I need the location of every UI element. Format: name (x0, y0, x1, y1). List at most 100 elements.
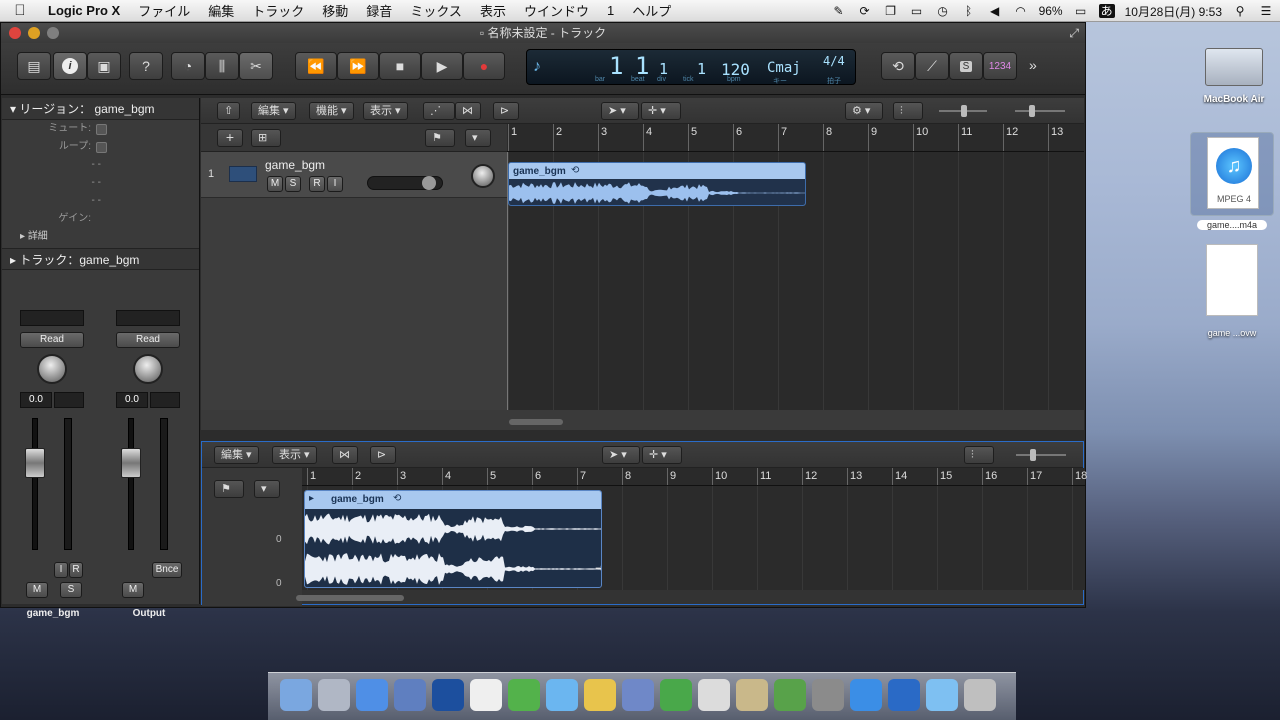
menu-window[interactable]: ウインドウ (515, 1, 598, 20)
mute-checkbox[interactable] (96, 124, 107, 135)
app-menu[interactable]: Logic Pro X (40, 3, 129, 18)
editor-catch-flag-button[interactable]: ⚑ (214, 480, 244, 498)
pointer-tool-menu[interactable]: ➤ ▾ (601, 102, 639, 120)
tracks-function-menu[interactable]: 機能 ▾ (309, 102, 354, 120)
dock-finder-icon[interactable] (280, 679, 312, 711)
tracks-horizontal-scrollbar[interactable] (507, 416, 1084, 428)
output-pan-knob[interactable] (133, 354, 163, 384)
lcd-display[interactable]: ♪ 1 1 1 1 120 Cmaj 4/4 bar beat div tick… (526, 49, 856, 85)
resize-handle-icon[interactable]: ⇥ (595, 561, 601, 575)
dock-app-icon[interactable] (508, 679, 540, 711)
track-solo-button[interactable]: S (285, 176, 301, 192)
track-pan-knob[interactable] (471, 164, 495, 188)
dock-xcode-icon[interactable] (622, 679, 654, 711)
editor-command-tool-menu[interactable]: ✛ ▾ (642, 446, 682, 464)
catch-button[interactable]: ⊳ (493, 102, 519, 120)
zoom-window-icon[interactable] (47, 27, 59, 39)
macbook-air-drive[interactable]: MacBook Air (1198, 48, 1270, 105)
menu-navigate[interactable]: 移動 (313, 1, 357, 20)
metronome-icon[interactable]: ♪ (533, 58, 541, 76)
wifi-icon[interactable]: ◠ (1013, 4, 1029, 18)
more-icon[interactable]: » (1029, 57, 1037, 73)
volume-icon[interactable]: ◀ (987, 4, 1003, 18)
record-button[interactable]: ● (463, 52, 505, 80)
settings-menu[interactable]: ⚙ ▾ (845, 102, 883, 120)
input-monitor-button[interactable]: I (54, 562, 68, 578)
output-volume-fader[interactable] (121, 448, 141, 478)
rewind-button[interactable]: ⏪ (295, 52, 337, 80)
dock-evernote-icon[interactable] (660, 679, 692, 711)
track-inspector-header[interactable]: ▸ トラック：game_bgm (2, 248, 199, 270)
editor-edit-menu[interactable]: 編集 ▾ (214, 446, 259, 464)
volume-fader[interactable] (25, 448, 45, 478)
dock-trash-icon[interactable] (964, 679, 996, 711)
play-button[interactable]: ▶ (421, 52, 463, 80)
volume-readout[interactable]: 0.0 (20, 392, 52, 408)
editor-flex-button[interactable]: ⋈ (332, 446, 358, 464)
horizontal-zoom-slider[interactable] (1001, 104, 1069, 118)
title-bar[interactable]: ▫ 名称未設定 - トラック ⤢ (1, 23, 1085, 43)
region-inspector-header[interactable]: ▾ リージョン： game_bgm (2, 98, 199, 120)
editors-button[interactable]: ✂ (239, 52, 273, 80)
menu-edit[interactable]: 編集 (199, 1, 243, 20)
detail-row[interactable]: ▸ 詳細 (2, 228, 199, 246)
add-folder-button[interactable]: ⊞ (251, 129, 281, 147)
apple-menu-icon[interactable]:  (0, 2, 40, 19)
flex-button[interactable]: ⋈ (455, 102, 481, 120)
output-mute-button[interactable]: M (122, 582, 144, 598)
dock-folder-icon[interactable] (926, 679, 958, 711)
audio-region-game-bgm[interactable]: game_bgm ⟲ (508, 162, 806, 206)
dock-quicktime-icon[interactable] (888, 679, 920, 711)
track-record-button[interactable]: R (309, 176, 325, 192)
menu-help[interactable]: ヘルプ (623, 1, 680, 20)
add-track-button[interactable]: + (217, 129, 243, 147)
quick-help-button[interactable]: ? (129, 52, 163, 80)
fullscreen-icon[interactable]: ⤢ (1069, 23, 1079, 43)
battery-icon[interactable]: ▭ (1073, 4, 1089, 18)
editor-view-menu[interactable]: 表示 ▾ (272, 446, 317, 464)
minimize-window-icon[interactable] (28, 27, 40, 39)
menu-mix[interactable]: ミックス (401, 1, 471, 20)
bounce-button[interactable]: Bnce (152, 562, 182, 578)
menu-track[interactable]: トラック (243, 1, 313, 20)
dock-safari-icon[interactable] (356, 679, 388, 711)
solo-button[interactable]: S (949, 52, 983, 80)
editor-pointer-tool-menu[interactable]: ➤ ▾ (602, 446, 640, 464)
mixer-button[interactable]: ⫼ (205, 52, 239, 80)
tracks-view-menu[interactable]: 表示 ▾ (363, 102, 408, 120)
inspector-button[interactable]: i (53, 52, 87, 80)
input-method-icon[interactable]: あ (1098, 4, 1115, 18)
smart-controls-button[interactable]: ◔ (171, 52, 205, 80)
insert-slot[interactable] (20, 310, 84, 326)
sync-status-icon[interactable]: ⟳ (857, 4, 873, 18)
menu-record[interactable]: 録音 (357, 1, 401, 20)
up-arrow-button[interactable]: ⇧ (217, 102, 241, 120)
dock-launchpad-icon[interactable] (318, 679, 350, 711)
strip-mute-button[interactable]: M (26, 582, 48, 598)
tracks-edit-menu[interactable]: 編集 ▾ (251, 102, 296, 120)
stop-button[interactable]: ■ (379, 52, 421, 80)
dock-photoshop-icon[interactable] (432, 679, 464, 711)
automation-mode-button[interactable]: Read (20, 332, 84, 348)
loop-checkbox[interactable] (96, 142, 107, 153)
airplay-icon[interactable]: ▭ (909, 4, 925, 18)
menu-view[interactable]: 表示 (471, 1, 515, 20)
editor-ruler[interactable]: 1 2 3 4 5 6 7 8 9 10 11 12 13 14 15 16 17 18 (302, 468, 1087, 486)
track-volume-slider[interactable] (367, 176, 443, 190)
record-enable-button[interactable]: R (69, 562, 83, 578)
evernote-status-icon[interactable]: ✎ (831, 4, 847, 18)
editor-catch-button[interactable]: ⊳ (370, 446, 396, 464)
spotlight-icon[interactable]: ⚲ (1232, 4, 1248, 18)
toolbar-button[interactable]: ▣ (87, 52, 121, 80)
editor-region-game-bgm[interactable]: ▸ game_bgm ⟲ ⇥ (304, 490, 602, 588)
dock-scissors-icon[interactable] (698, 679, 730, 711)
track-catch-button[interactable]: ⚑ (425, 129, 455, 147)
track-options-button[interactable]: ▾ (465, 129, 491, 147)
output-insert-slot[interactable] (116, 310, 180, 326)
menu-file[interactable]: ファイル (129, 1, 199, 20)
editor-horizontal-scrollbar[interactable] (296, 592, 1085, 604)
m4a-file[interactable]: ♫ MPEG 4 game....m4a (1188, 132, 1276, 230)
notification-center-icon[interactable]: ☰ (1258, 4, 1274, 18)
copy-status-icon[interactable]: ❐ (883, 4, 899, 18)
dock-itunes-icon[interactable] (850, 679, 882, 711)
